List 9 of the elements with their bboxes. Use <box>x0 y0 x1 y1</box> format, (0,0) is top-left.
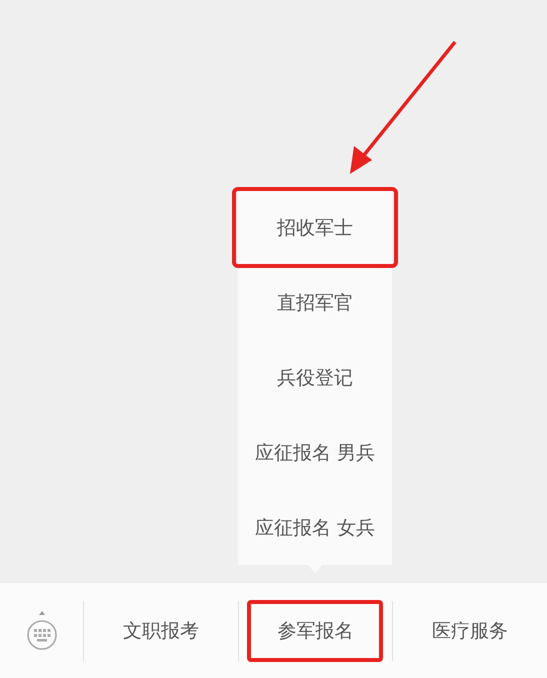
menu-item[interactable]: 兵役登记 <box>238 340 392 415</box>
keyboard-icon[interactable] <box>26 610 58 652</box>
menu-tab[interactable]: 参军报名 <box>247 600 384 662</box>
menu-tab[interactable]: 医疗服务 <box>402 600 538 662</box>
menu-tab[interactable]: 文职报考 <box>92 600 229 662</box>
menu-item[interactable]: 直招军官 <box>238 265 392 340</box>
menu-item[interactable]: 招收军士 <box>234 190 396 265</box>
menu-item[interactable]: 应征报名 女兵 <box>238 490 392 565</box>
menu-item[interactable]: 应征报名 男兵 <box>238 415 392 490</box>
